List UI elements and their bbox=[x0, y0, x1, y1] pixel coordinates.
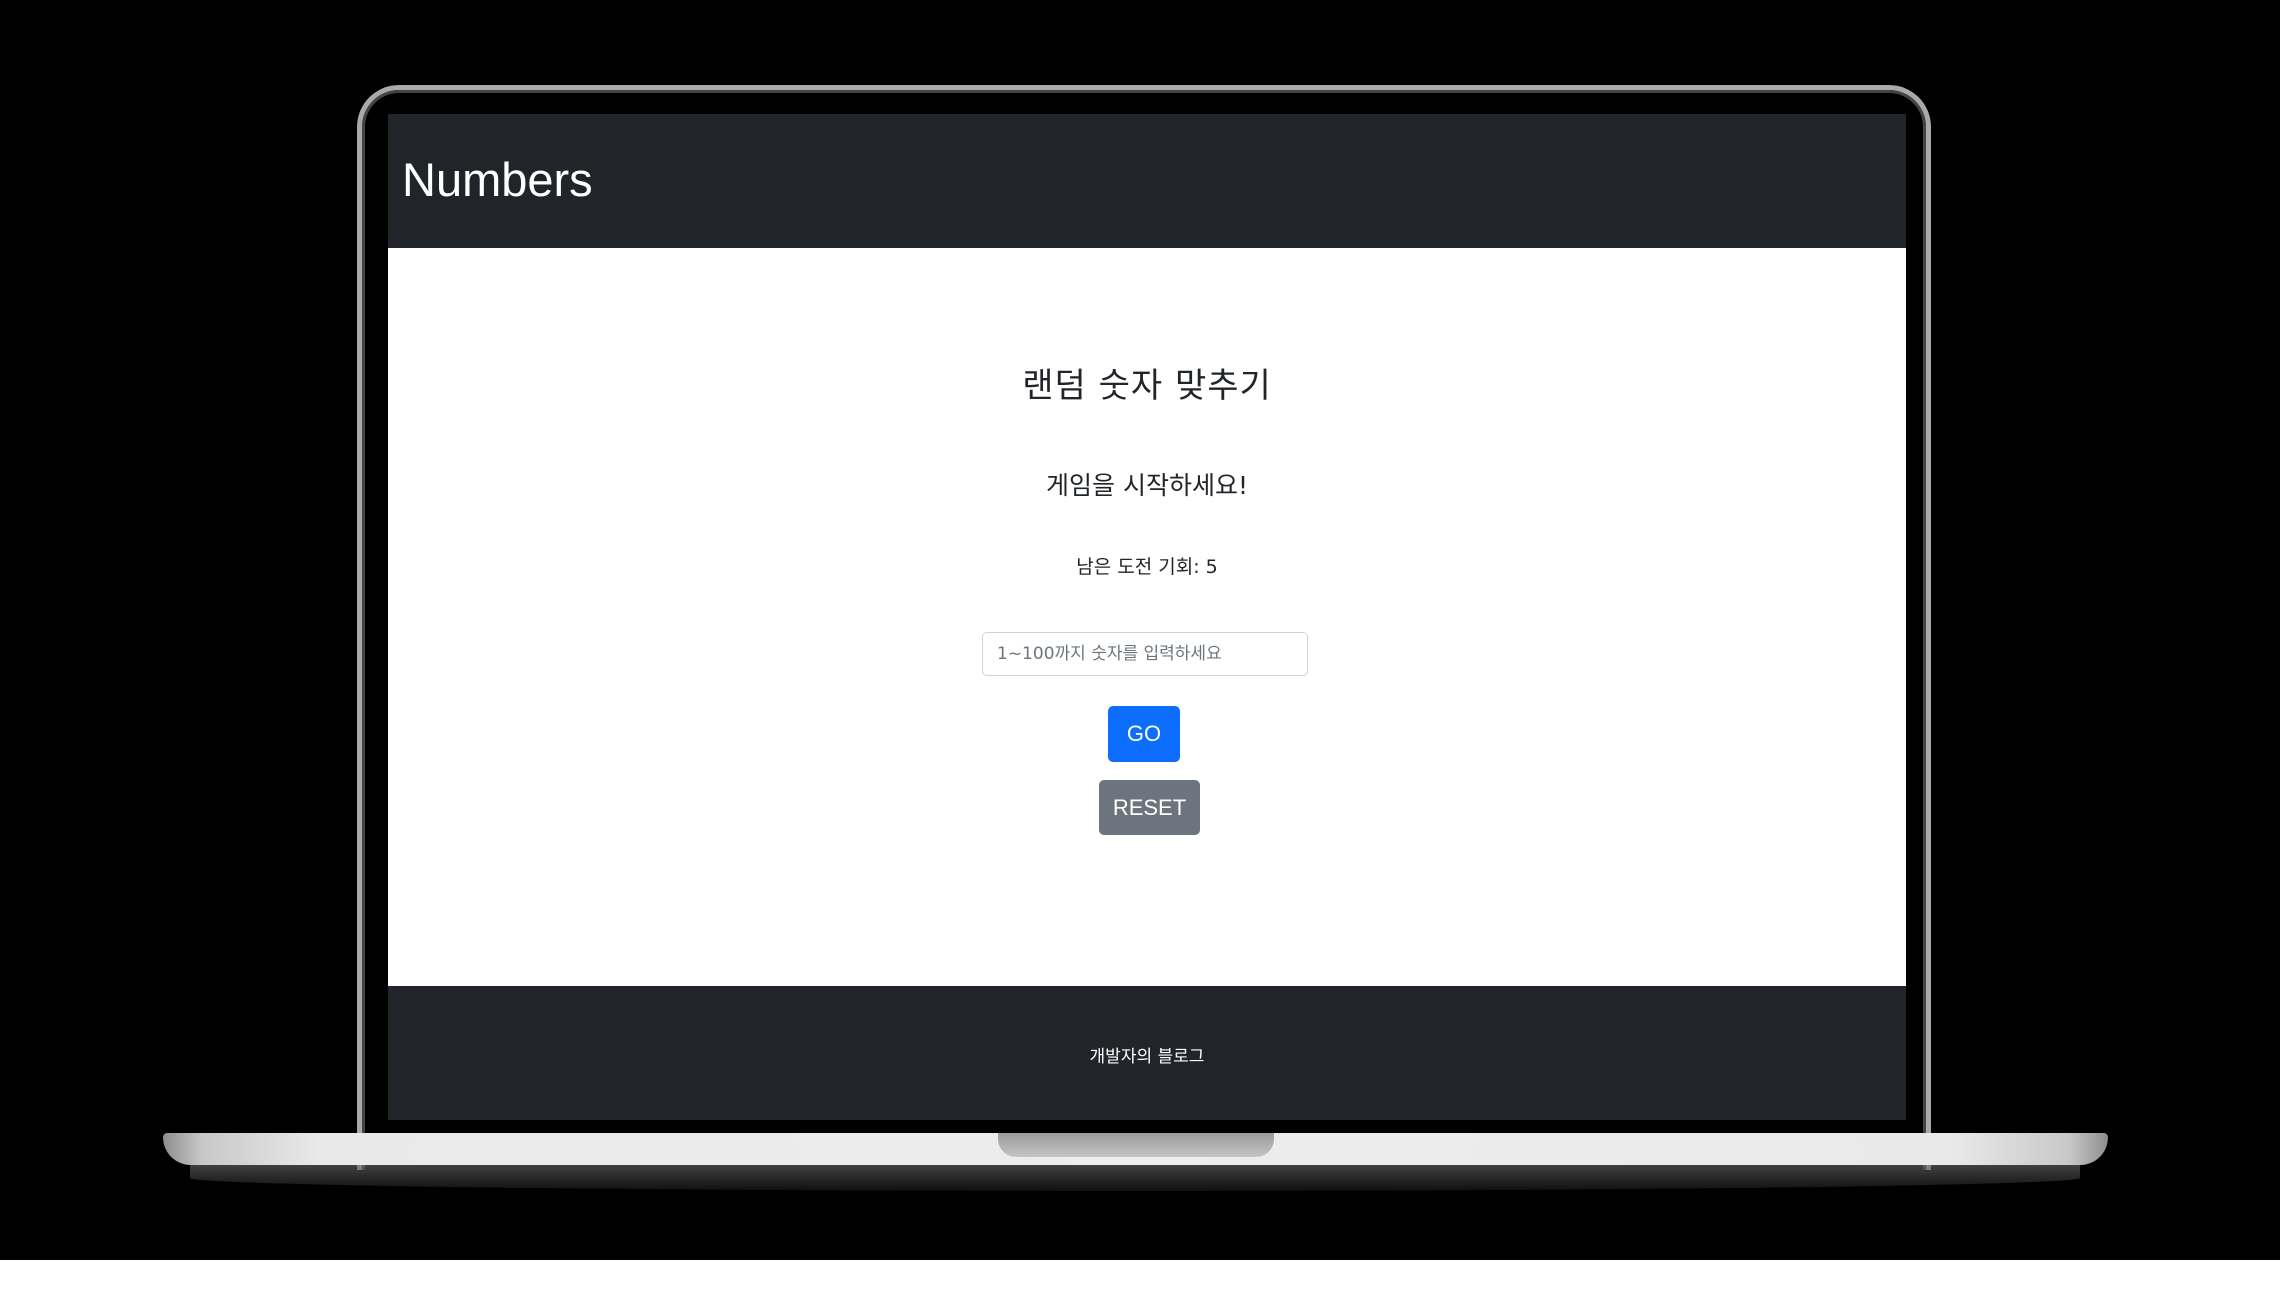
go-button[interactable]: GO bbox=[1108, 706, 1180, 762]
reset-button[interactable]: RESET bbox=[1099, 780, 1200, 835]
game-title: 랜덤 숫자 맞추기 bbox=[1022, 366, 1272, 406]
developer-blog-link[interactable]: 개발자의 블로그 bbox=[388, 1042, 1906, 1067]
remaining-chances: 남은 도전 기회: 5 bbox=[1076, 556, 1218, 578]
device-mockup-background: Numbers 랜덤 숫자 맞추기 게임을 시작하세요! 남은 도전 기회: 5… bbox=[0, 0, 2280, 1260]
laptop-notch bbox=[998, 1133, 1274, 1157]
footer: 개발자의 블로그 bbox=[388, 986, 1906, 1120]
result-message: 게임을 시작하세요! bbox=[1046, 471, 1248, 500]
laptop-base-shadow bbox=[190, 1165, 2080, 1191]
browser-viewport: Numbers 랜덤 숫자 맞추기 게임을 시작하세요! 남은 도전 기회: 5… bbox=[388, 114, 1906, 1120]
navbar-brand[interactable]: Numbers bbox=[402, 150, 593, 210]
guess-number-input[interactable] bbox=[982, 632, 1308, 676]
game-section: 랜덤 숫자 맞추기 게임을 시작하세요! 남은 도전 기회: 5 GO RESE… bbox=[388, 248, 1906, 982]
navbar: Numbers bbox=[388, 114, 1906, 248]
